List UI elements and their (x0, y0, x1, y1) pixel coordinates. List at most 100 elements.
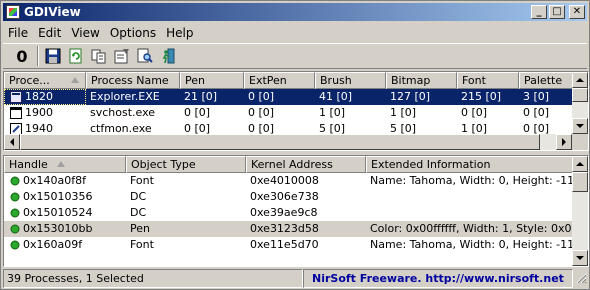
handle-header-row: Handle Object Type Kernel Address Extend… (4, 156, 572, 173)
scroll-thumb-horizontal[interactable] (20, 134, 540, 150)
handle-kernel-address: 0xe306e738 (250, 190, 319, 203)
scroll-up-button[interactable] (572, 156, 588, 172)
title-bar[interactable]: GDIView _ □ ✕ (3, 3, 587, 21)
col-header-pid[interactable]: Proce... (4, 72, 86, 89)
properties-icon (114, 49, 129, 64)
scroll-thumb[interactable] (572, 88, 588, 102)
col-header-process-name[interactable]: Process Name (86, 72, 180, 89)
gdiview-app-icon[interactable] (6, 5, 20, 19)
status-count: 39 Processes, 1 Selected (3, 269, 303, 288)
scroll-up-button[interactable] (572, 72, 588, 88)
properties-button[interactable] (111, 45, 133, 67)
process-bitmap: 127 [0] (390, 90, 431, 103)
menu-view[interactable]: View (66, 26, 104, 40)
handle-extended-info (366, 189, 572, 205)
refresh-button[interactable] (65, 45, 87, 67)
scroll-right-button[interactable] (556, 134, 572, 150)
handle-value: 0x153010bb (23, 222, 93, 235)
scroll-down-button[interactable] (572, 118, 588, 134)
find-button[interactable] (134, 45, 156, 67)
col-header-brush[interactable]: Brush (315, 72, 386, 89)
process-pen: 21 [0] (184, 90, 218, 103)
handle-row[interactable]: 0x15010524 DC 0xe39ae9c8 (4, 205, 572, 221)
zero-label: 0 (16, 46, 28, 66)
handle-extended-info: Color: 0x00ffffff, Width: 1, Style: 0x00… (370, 222, 572, 235)
scroll-thumb[interactable] (572, 172, 588, 192)
col-header-handle-label: Handle (9, 158, 48, 171)
process-brush: 5 [0] (319, 122, 346, 134)
process-row[interactable]: 1940 ctfmon.exe 0 [0] 0 [0] 5 [0] 5 [0] … (4, 121, 572, 134)
col-header-kernel-address[interactable]: Kernel Address (246, 156, 366, 173)
copy-button[interactable] (88, 45, 110, 67)
green-dot-icon (10, 224, 20, 234)
scrollbar-corner (572, 134, 588, 150)
handle-value: 0x15010356 (23, 190, 93, 203)
process-horizontal-scrollbar[interactable] (4, 134, 572, 150)
menu-file[interactable]: File (3, 26, 33, 40)
nirsoft-link[interactable]: NirSoft Freeware. http://www.nirsoft.net (303, 269, 573, 288)
col-header-extpen[interactable]: ExtPen (244, 72, 315, 89)
handle-row[interactable]: 0x15010356 DC 0xe306e738 (4, 189, 572, 205)
reset-counters-button[interactable]: 0 (11, 45, 33, 67)
process-list: Proce... Process Name Pen ExtPen Brush B… (3, 71, 589, 151)
minimize-button[interactable]: _ (531, 5, 547, 19)
col-header-bitmap[interactable]: Bitmap (386, 72, 457, 89)
process-palette: 3 [0] (523, 90, 550, 103)
scroll-down-button[interactable] (572, 250, 588, 266)
process-palette: 0 [0] (523, 106, 550, 119)
handle-row[interactable]: 0x160a09f Font 0xe11e5d70 Name: Tahoma, … (4, 237, 572, 253)
handle-row[interactable]: 0x140a0f8f Font 0xe4010008 Name: Tahoma,… (4, 173, 572, 189)
maximize-button[interactable]: □ (549, 5, 565, 19)
exit-button[interactable] (157, 45, 179, 67)
col-header-handle[interactable]: Handle (4, 156, 126, 173)
status-bar: 39 Processes, 1 Selected NirSoft Freewar… (3, 269, 587, 288)
copy-icon (91, 49, 106, 64)
handle-cell: 0x153010bb (4, 221, 126, 237)
handle-value: 0x15010524 (23, 206, 93, 219)
sort-ascending-icon (57, 161, 65, 167)
ctfmon-process-icon (10, 123, 22, 134)
handle-extended-info (366, 205, 572, 221)
handle-row[interactable]: 0x153010bb Pen 0xe3123d58 Color: 0x00fff… (4, 221, 572, 237)
resize-grip-svg (576, 273, 587, 284)
col-header-pen[interactable]: Pen (180, 72, 244, 89)
process-pid-cell: 1940 (4, 121, 86, 134)
process-row[interactable]: 1900 svchost.exe 0 [0] 0 [0] 1 [0] 1 [0]… (4, 105, 572, 121)
handle-vertical-scrollbar[interactable] (572, 156, 588, 266)
handle-cell: 0x140a0f8f (4, 173, 126, 189)
col-header-font[interactable]: Font (457, 72, 519, 89)
resize-grip-icon[interactable] (573, 269, 587, 286)
process-pid: 1940 (25, 122, 53, 134)
menu-edit[interactable]: Edit (33, 26, 66, 40)
handle-cell: 0x15010524 (4, 205, 126, 221)
col-header-palette[interactable]: Palette (519, 72, 572, 89)
process-extpen: 0 [0] (248, 106, 275, 119)
process-bitmap: 1 [0] (390, 106, 417, 119)
process-vertical-scrollbar[interactable] (572, 72, 588, 134)
green-dot-icon (10, 192, 20, 202)
handle-extended-info: Name: Tahoma, Width: 0, Height: -11, W (370, 238, 572, 251)
scroll-left-button[interactable] (4, 134, 20, 150)
handle-list: Handle Object Type Kernel Address Extend… (3, 155, 589, 267)
green-dot-icon (10, 176, 20, 186)
process-font: 0 [0] (461, 106, 488, 119)
close-button[interactable]: ✕ (569, 5, 585, 19)
col-header-extended-info[interactable]: Extended Information (366, 156, 572, 173)
explorer-process-icon (10, 91, 22, 103)
refresh-icon (69, 48, 82, 64)
process-header-row: Proce... Process Name Pen ExtPen Brush B… (4, 72, 572, 89)
menu-options[interactable]: Options (105, 26, 161, 40)
handle-cell: 0x15010356 (4, 189, 126, 205)
save-button[interactable] (42, 45, 64, 67)
window-title: GDIView (24, 5, 81, 19)
menu-help[interactable]: Help (161, 26, 198, 40)
handle-value: 0x160a09f (23, 238, 83, 251)
col-header-object-type[interactable]: Object Type (126, 156, 246, 173)
arrow-down-icon (576, 256, 584, 260)
process-font: 1 [0] (461, 122, 488, 134)
exit-icon (162, 48, 175, 64)
process-extpen: 0 [0] (248, 90, 275, 103)
process-pid: 1820 (25, 90, 53, 103)
process-row[interactable]: 1820 Explorer.EXE 21 [0] 0 [0] 41 [0] 12… (4, 89, 572, 105)
handle-object-type: Pen (130, 222, 150, 235)
